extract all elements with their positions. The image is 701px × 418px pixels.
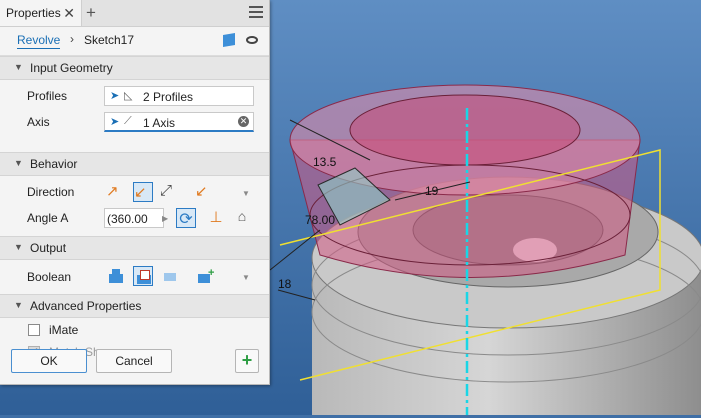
to-face-icon[interactable]: ⊥ [206, 208, 226, 228]
to-next-icon[interactable]: ⌂ [232, 208, 252, 228]
dimension-label[interactable]: 78.00 [305, 213, 335, 227]
section-title: Advanced Properties [30, 299, 142, 313]
dimension-label[interactable]: 19 [425, 184, 439, 198]
direction-flipped-icon[interactable]: ↙ [133, 182, 153, 202]
chevron-right-icon: › [70, 32, 74, 46]
add-tab-icon[interactable]: + [86, 3, 96, 23]
select-arrow-icon: ➤ [110, 90, 120, 102]
tab-properties[interactable]: Properties ✕ [0, 0, 82, 26]
chevron-down-icon: ▼ [14, 158, 23, 168]
dropdown-arrow-icon[interactable]: ▼ [242, 273, 250, 282]
profiles-value: 2 Profiles [143, 90, 194, 104]
profiles-label: Profiles [27, 89, 68, 103]
hamburger-menu-icon[interactable] [249, 6, 263, 21]
tab-label: Properties [6, 6, 61, 20]
breadcrumb-sketch: Sketch17 [84, 33, 135, 47]
section-advanced-header[interactable]: ▼ Advanced Properties [0, 294, 269, 318]
angle-input[interactable]: (360.00 [104, 208, 164, 228]
dimension-label[interactable]: 13.5 [313, 155, 337, 169]
section-input-geometry-header[interactable]: ▼ Input Geometry [0, 56, 269, 80]
properties-panel: Properties ✕ + Revolve › Sketch17 ▼ Inpu… [0, 0, 270, 385]
angle-label: Angle A [27, 211, 69, 225]
axis-line-icon: ⟋ [124, 115, 132, 127]
angle-flyout-arrow-icon[interactable]: ▶ [162, 214, 168, 223]
panel-tab-bar: Properties ✕ + [0, 0, 269, 27]
input-geometry-body: Profiles ➤ ◺ 2 Profiles Axis ➤ ⟋ 1 Axis … [0, 80, 269, 152]
imate-label: iMate [49, 323, 79, 337]
profile-shape-icon: ◺ [124, 90, 133, 102]
dimension-label[interactable]: 18 [278, 277, 292, 291]
axis-value: 1 Axis [143, 116, 176, 130]
dropdown-arrow-icon[interactable]: ▼ [242, 189, 250, 198]
boolean-label: Boolean [27, 270, 72, 284]
breadcrumb: Revolve › Sketch17 [0, 27, 269, 56]
section-title: Input Geometry [30, 61, 113, 75]
breadcrumb-feature-link[interactable]: Revolve [17, 33, 61, 49]
chevron-down-icon: ▼ [14, 242, 23, 252]
chevron-down-icon: ▼ [14, 300, 23, 310]
ok-button[interactable]: OK [11, 349, 87, 373]
output-body: Boolean + ▼ [0, 260, 269, 294]
new-solid-icon[interactable]: + [195, 266, 215, 286]
close-icon[interactable]: ✕ [63, 5, 75, 22]
eye-icon[interactable] [246, 36, 258, 44]
cut-icon[interactable] [133, 266, 153, 286]
direction-label: Direction [27, 185, 75, 199]
direction-default-icon[interactable]: ↗ [106, 182, 126, 202]
section-title: Output [30, 241, 67, 255]
profiles-selector[interactable]: ➤ ◺ 2 Profiles [104, 86, 254, 106]
axis-label: Axis [27, 115, 50, 129]
join-icon[interactable] [106, 266, 126, 286]
axis-selector[interactable]: ➤ ⟋ 1 Axis ✕ [104, 112, 254, 132]
select-arrow-icon: ➤ [110, 116, 120, 128]
chevron-down-icon: ▼ [14, 62, 23, 72]
full-revolve-icon[interactable]: ⟳ [176, 208, 196, 228]
intersect-icon[interactable] [160, 266, 180, 286]
direction-asymmetric-icon[interactable]: ↙ [195, 182, 215, 202]
section-title: Behavior [30, 157, 78, 171]
imate-checkbox[interactable] [28, 324, 40, 336]
section-output-header[interactable]: ▼ Output [0, 236, 269, 260]
apply-plus-icon[interactable]: + [235, 349, 259, 373]
cancel-button[interactable]: Cancel [96, 349, 172, 373]
behavior-body: Direction ↗ ↙ ⤢ ↙ ▼ Angle A (360.00 ▶ ⟳ … [0, 176, 269, 236]
section-behavior-header[interactable]: ▼ Behavior [0, 152, 269, 176]
direction-symmetric-icon[interactable]: ⤢ [160, 182, 180, 202]
cube-icon[interactable] [223, 32, 235, 48]
clear-icon[interactable]: ✕ [238, 116, 249, 127]
